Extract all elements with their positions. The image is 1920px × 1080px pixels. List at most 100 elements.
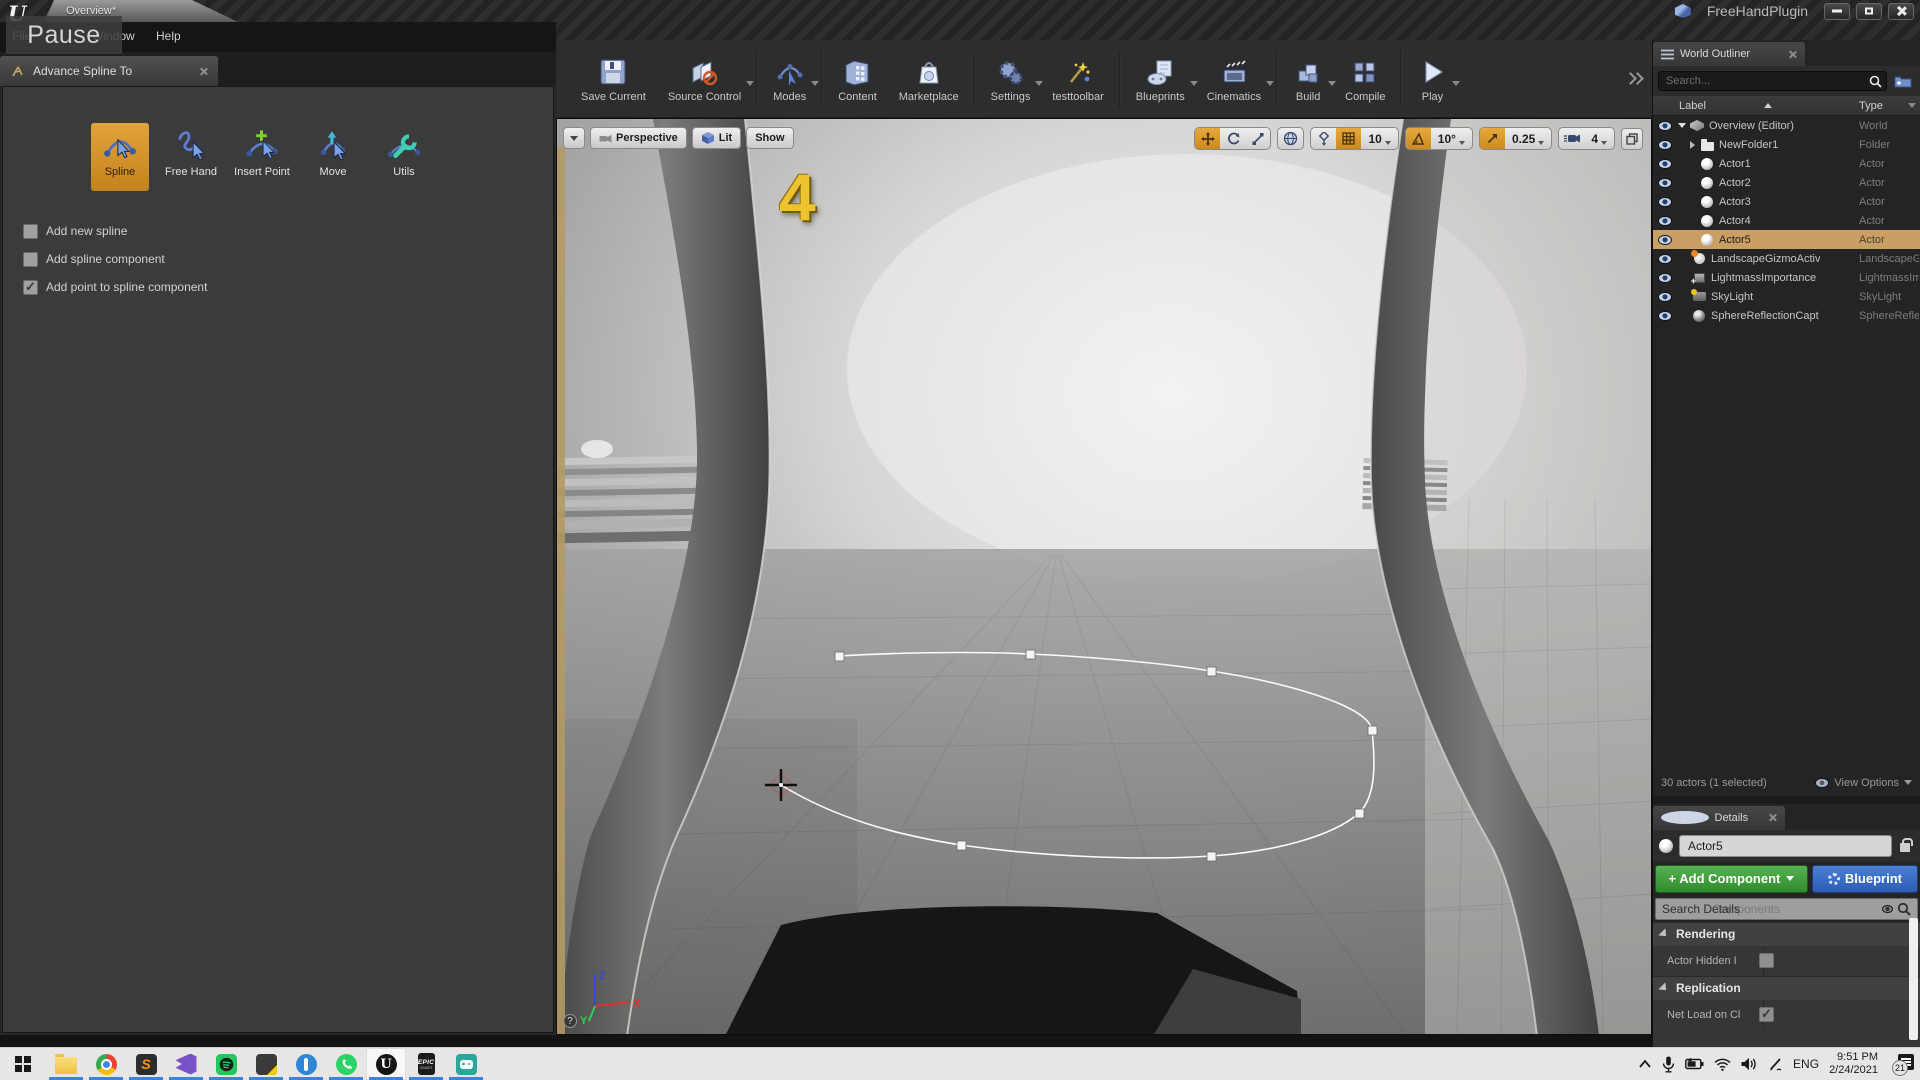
blueprint-button[interactable]: Blueprint <box>1811 864 1918 893</box>
play-button[interactable]: Play <box>1406 55 1461 103</box>
outliner-search-input[interactable] <box>1658 71 1887 91</box>
move-tool-button[interactable] <box>1195 128 1221 149</box>
taskbar-spotify[interactable] <box>206 1048 246 1080</box>
perspective-button[interactable]: Perspective <box>590 127 687 149</box>
camera-speed-value[interactable]: 4 <box>1584 128 1614 149</box>
rotation-snap-toggle[interactable] <box>1405 128 1431 149</box>
option-add-new-spline[interactable]: Add new spline <box>23 217 553 245</box>
blueprints-button[interactable]: Blueprints <box>1125 55 1198 103</box>
battery-icon[interactable] <box>1685 1058 1704 1070</box>
menu-help[interactable]: Help <box>156 29 181 43</box>
tool-utils[interactable]: Utils <box>375 123 433 191</box>
scale-snap-toggle[interactable] <box>1479 128 1505 149</box>
minimize-button[interactable] <box>1824 2 1850 20</box>
outliner-row-landscape-gizmo[interactable]: LandscapeGizmoActiv LandscapeG <box>1653 249 1920 268</box>
visibility-eye-icon[interactable] <box>1653 310 1677 321</box>
taskbar-streamlabs[interactable] <box>446 1048 486 1080</box>
close-button[interactable] <box>1888 2 1914 20</box>
option-add-spline-component[interactable]: Add spline component <box>23 245 553 273</box>
expander-open-icon[interactable] <box>1677 123 1687 128</box>
help-icon[interactable]: ? <box>563 1014 577 1028</box>
grid-snap-toggle[interactable] <box>1336 128 1362 149</box>
checkbox[interactable] <box>1759 1006 1774 1023</box>
outliner-row-actor[interactable]: Actor1 Actor <box>1653 154 1920 173</box>
taskbar-visual-studio[interactable] <box>166 1048 206 1080</box>
restore-button[interactable] <box>1856 2 1882 20</box>
taskbar-sublime[interactable]: S <box>126 1048 166 1080</box>
column-options-icon[interactable] <box>1908 103 1916 108</box>
source-control-button[interactable]: Source Control <box>657 55 755 103</box>
maximize-viewport-button[interactable] <box>1621 127 1643 150</box>
outliner-row-actor[interactable]: Actor4 Actor <box>1653 211 1920 230</box>
content-button[interactable]: Content <box>827 55 888 103</box>
section-replication[interactable]: Replication <box>1653 975 1920 1000</box>
rotate-tool-button[interactable] <box>1220 128 1245 149</box>
outliner-row-actor[interactable]: Actor2 Actor <box>1653 173 1920 192</box>
visibility-eye-icon[interactable] <box>1653 272 1677 283</box>
visibility-eye-icon[interactable] <box>1653 215 1677 226</box>
create-folder-button[interactable] <box>1891 71 1915 91</box>
outliner-row-actor-selected[interactable]: Actor5 Actor <box>1653 230 1920 249</box>
details-tab[interactable]: i Details <box>1653 805 1785 830</box>
tool-insert-point[interactable]: Insert Point <box>233 123 291 191</box>
outliner-column-header[interactable]: Label Type <box>1653 96 1920 116</box>
visibility-eye-icon[interactable] <box>1653 177 1677 188</box>
chevron-down-icon[interactable] <box>811 80 820 86</box>
viewport-3d[interactable]: 4 Perspective Lit Show 10 10° 0.25 4 Z X… <box>556 118 1652 1035</box>
outliner-row-folder[interactable]: NewFolder1 Folder <box>1653 135 1920 154</box>
grid-snap-value[interactable]: 10 <box>1361 128 1397 149</box>
scale-tool-button[interactable] <box>1245 128 1270 149</box>
eye-icon[interactable] <box>1882 904 1893 913</box>
tool-free-hand[interactable]: Free Hand <box>162 123 220 191</box>
world-outliner-tab[interactable]: World Outliner <box>1653 42 1805 66</box>
taskbar-whatsapp[interactable] <box>326 1048 366 1080</box>
marketplace-button[interactable]: Marketplace <box>888 55 970 103</box>
view-options-button[interactable]: View Options <box>1815 777 1912 789</box>
outliner-row-skylight[interactable]: SkyLight SkyLight <box>1653 287 1920 306</box>
checkbox[interactable] <box>1759 953 1774 969</box>
save-current-button[interactable]: Save Current <box>570 55 657 103</box>
taskbar-chrome[interactable] <box>86 1048 126 1080</box>
outliner-row-actor[interactable]: Actor3 Actor <box>1653 192 1920 211</box>
taskbar-epic-games[interactable]: EPIC GAMES <box>406 1048 446 1080</box>
close-icon[interactable] <box>1788 50 1797 59</box>
advance-spline-tab[interactable]: Advance Spline To <box>0 56 218 86</box>
viewport-options-button[interactable] <box>563 127 585 149</box>
toolbar-overflow-icon[interactable] <box>1626 72 1642 86</box>
outliner-row-world[interactable]: Overview (Editor) World <box>1653 116 1920 135</box>
details-scrollbar[interactable] <box>1909 918 1918 1040</box>
cinematics-button[interactable]: Cinematics <box>1196 55 1275 103</box>
checkbox[interactable] <box>23 279 38 295</box>
show-button[interactable]: Show <box>746 127 794 149</box>
build-button[interactable]: Build <box>1282 55 1337 103</box>
visibility-eye-icon[interactable] <box>1653 158 1677 169</box>
lit-mode-button[interactable]: Lit <box>691 127 742 149</box>
world-local-toggle[interactable] <box>1277 127 1305 150</box>
testtoolbar-button[interactable]: testtoolbar <box>1041 55 1114 103</box>
scene-svg[interactable] <box>557 119 1652 1035</box>
tool-spline[interactable]: Spline <box>91 123 149 191</box>
checkbox[interactable] <box>23 251 38 267</box>
visibility-eye-icon[interactable] <box>1653 253 1677 264</box>
checkbox[interactable] <box>23 223 38 239</box>
chevron-down-icon[interactable] <box>746 80 755 86</box>
visibility-eye-icon[interactable] <box>1653 196 1677 207</box>
camera-speed-button[interactable] <box>1559 128 1584 149</box>
pen-icon[interactable] <box>1767 1057 1783 1072</box>
lock-icon[interactable] <box>1900 838 1913 853</box>
actor-name-field[interactable] <box>1679 834 1892 857</box>
compile-button[interactable]: Compile <box>1334 55 1396 103</box>
close-icon[interactable] <box>199 67 208 76</box>
option-add-point-to-spline[interactable]: Add point to spline component <box>23 273 553 301</box>
add-component-button[interactable]: + Add Component <box>1655 864 1808 893</box>
modes-button[interactable]: Modes <box>762 55 820 103</box>
visibility-eye-icon[interactable] <box>1653 120 1677 131</box>
details-search-input[interactable]: Search Details Components <box>1655 897 1918 920</box>
chevron-down-icon[interactable] <box>1266 80 1275 86</box>
taskbar-file-explorer[interactable] <box>46 1048 86 1080</box>
scale-snap-value[interactable]: 0.25 <box>1505 128 1551 149</box>
wifi-icon[interactable] <box>1714 1058 1731 1071</box>
taskbar-unreal-engine[interactable]: U <box>366 1048 406 1080</box>
taskbar-paint-app[interactable] <box>286 1048 326 1080</box>
rotation-snap-value[interactable]: 10° <box>1431 128 1472 149</box>
